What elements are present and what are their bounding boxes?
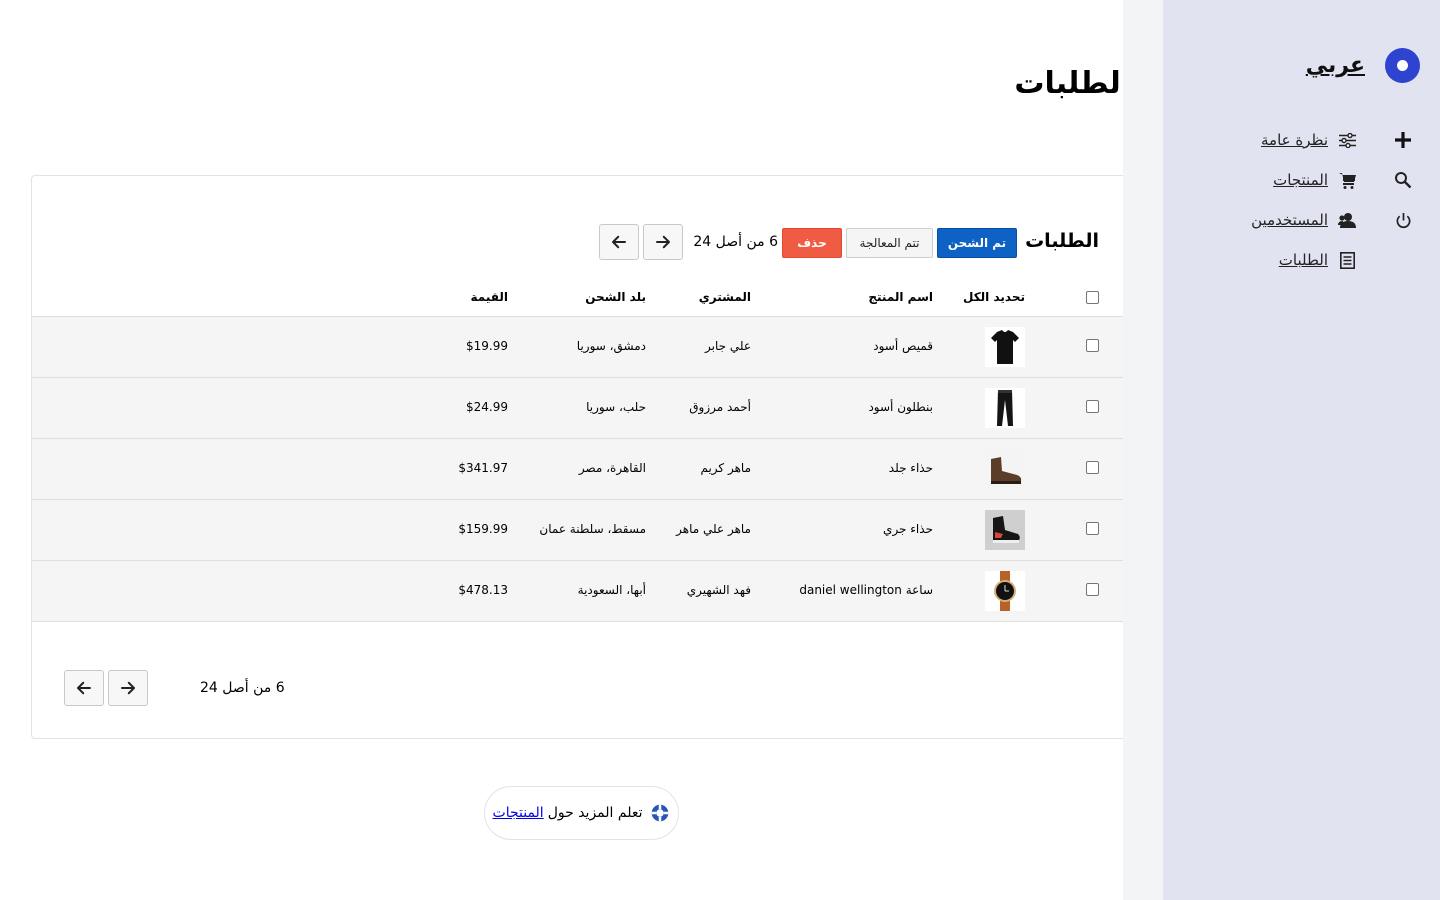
header-product: اسم المنتج bbox=[868, 290, 933, 304]
row-checkbox[interactable] bbox=[1086, 583, 1099, 596]
sidebar-item-label: الطلبات bbox=[1278, 251, 1328, 269]
help-pill: تعلم المزيد حول المنتجات bbox=[484, 786, 679, 840]
add-button[interactable] bbox=[1391, 120, 1415, 160]
brand-name: عربي bbox=[1305, 53, 1365, 78]
order-value: $19.99 bbox=[466, 339, 508, 353]
content-edge bbox=[1123, 0, 1163, 900]
search-button[interactable] bbox=[1391, 160, 1415, 200]
lifebuoy-icon bbox=[652, 804, 669, 822]
buyer-name: فهد الشهيري bbox=[686, 583, 751, 597]
sidebar-item-label: نظرة عامة bbox=[1261, 131, 1328, 149]
sidebar: عربي نظرة عامة المنتجات المستخدمين الطلب… bbox=[1163, 0, 1440, 900]
ship-country: حلب، سوريا bbox=[586, 400, 646, 414]
product-thumbnail bbox=[985, 449, 1025, 489]
page-title: الطلبات bbox=[1014, 66, 1123, 101]
table-header: تحديد الكل اسم المنتج المشتري بلد الشحن … bbox=[32, 282, 1123, 317]
delete-button[interactable]: حذف bbox=[782, 228, 842, 258]
page-title-container: الطلبات bbox=[823, 60, 1123, 110]
pagination-count: 6 من أصل 24 bbox=[693, 234, 778, 250]
ship-country: القاهرة، مصر bbox=[578, 461, 646, 475]
watch-icon bbox=[994, 571, 1016, 611]
product-name: ساعة daniel wellington bbox=[799, 583, 933, 597]
brand-logo-icon bbox=[1385, 48, 1420, 83]
table-row[interactable]: ساعة daniel wellington فهد الشهيري أبها،… bbox=[32, 561, 1123, 622]
product-thumbnail bbox=[985, 510, 1025, 550]
brand[interactable]: عربي bbox=[1306, 48, 1420, 83]
product-name: حذاء جري bbox=[883, 522, 933, 536]
table-row[interactable]: بنطلون أسود أحمد مرزوق حلب، سوريا $24.99 bbox=[32, 378, 1123, 439]
plus-icon bbox=[1395, 132, 1411, 148]
search-icon bbox=[1395, 172, 1412, 189]
cart-icon bbox=[1338, 171, 1356, 189]
footer-pagination-count: 6 من أصل 24 bbox=[200, 680, 285, 696]
arrow-right-icon bbox=[121, 681, 135, 695]
orders-table: تحديد الكل اسم المنتج المشتري بلد الشحن … bbox=[32, 282, 1123, 622]
logout-button[interactable] bbox=[1391, 200, 1415, 240]
prev-page-button[interactable] bbox=[599, 224, 639, 260]
help-text: تعلم المزيد حول bbox=[547, 805, 643, 821]
arrow-right-icon bbox=[656, 235, 670, 249]
order-value: $478.13 bbox=[458, 583, 508, 597]
boot-icon bbox=[985, 449, 1025, 489]
header-value: القيمة bbox=[470, 290, 508, 304]
sidebar-item-overview[interactable]: نظرة عامة bbox=[1251, 120, 1356, 160]
row-checkbox[interactable] bbox=[1086, 522, 1099, 535]
product-thumbnail bbox=[985, 327, 1025, 367]
footer-next-button[interactable] bbox=[108, 670, 148, 706]
order-value: $341.97 bbox=[458, 461, 508, 475]
product-thumbnail bbox=[985, 571, 1025, 611]
help-products-link[interactable]: المنتجات bbox=[493, 805, 544, 821]
pants-icon bbox=[997, 390, 1013, 426]
product-name: حذاء جلد bbox=[888, 461, 933, 475]
order-value: $159.99 bbox=[458, 522, 508, 536]
buyer-name: أحمد مرزوق bbox=[689, 400, 751, 414]
sneaker-icon bbox=[985, 510, 1025, 550]
arrow-left-icon bbox=[77, 681, 91, 695]
ship-country: دمشق، سوريا bbox=[576, 339, 646, 353]
card-heading: الطلبات bbox=[1025, 230, 1099, 252]
orders-card: الطلبات تم الشحن تتم المعالجة حذف 6 من أ… bbox=[31, 175, 1123, 739]
sidebar-item-orders[interactable]: الطلبات bbox=[1251, 240, 1356, 280]
table-row[interactable]: قميص أسود علي جابر دمشق، سوريا $19.99 bbox=[32, 317, 1123, 378]
sidebar-actions bbox=[1391, 120, 1415, 240]
next-page-button[interactable] bbox=[643, 224, 683, 260]
tshirt-icon bbox=[991, 330, 1019, 364]
ship-country: أبها، السعودية bbox=[577, 583, 646, 597]
ship-country: مسقط، سلطنة عمان bbox=[539, 522, 646, 536]
sidebar-item-users[interactable]: المستخدمين bbox=[1251, 200, 1356, 240]
row-checkbox[interactable] bbox=[1086, 339, 1099, 352]
row-checkbox[interactable] bbox=[1086, 400, 1099, 413]
power-icon bbox=[1396, 212, 1410, 228]
header-country: بلد الشحن bbox=[585, 290, 646, 304]
select-all-checkbox[interactable] bbox=[1086, 291, 1099, 304]
users-icon bbox=[1338, 211, 1356, 229]
sidebar-item-label: المنتجات bbox=[1273, 171, 1328, 189]
row-checkbox[interactable] bbox=[1086, 461, 1099, 474]
table-row[interactable]: حذاء جلد ماهر كريم القاهرة، مصر $341.97 bbox=[32, 439, 1123, 500]
document-icon bbox=[1338, 251, 1356, 269]
sliders-icon bbox=[1338, 131, 1356, 149]
buyer-name: علي جابر bbox=[705, 339, 751, 353]
sidebar-item-label: المستخدمين bbox=[1251, 211, 1328, 229]
shipped-button[interactable]: تم الشحن bbox=[937, 228, 1017, 258]
footer-pagination: 6 من أصل 24 bbox=[64, 670, 364, 706]
product-thumbnail bbox=[985, 388, 1025, 428]
footer-prev-button[interactable] bbox=[64, 670, 104, 706]
orders-toolbar: الطلبات تم الشحن تتم المعالجة حذف 6 من أ… bbox=[32, 224, 1099, 260]
buyer-name: ماهر علي ماهر bbox=[676, 522, 751, 536]
sidebar-nav: نظرة عامة المنتجات المستخدمين الطلبات bbox=[1251, 120, 1356, 280]
order-value: $24.99 bbox=[466, 400, 508, 414]
table-row[interactable]: حذاء جري ماهر علي ماهر مسقط، سلطنة عمان … bbox=[32, 500, 1123, 561]
product-name: بنطلون أسود bbox=[868, 400, 933, 414]
header-select-all: تحديد الكل bbox=[962, 290, 1025, 304]
product-name: قميص أسود bbox=[873, 339, 933, 353]
header-buyer: المشتري bbox=[698, 290, 751, 304]
sidebar-item-products[interactable]: المنتجات bbox=[1251, 160, 1356, 200]
processing-button[interactable]: تتم المعالجة bbox=[846, 228, 933, 258]
arrow-left-icon bbox=[612, 235, 626, 249]
buyer-name: ماهر كريم bbox=[700, 461, 751, 475]
